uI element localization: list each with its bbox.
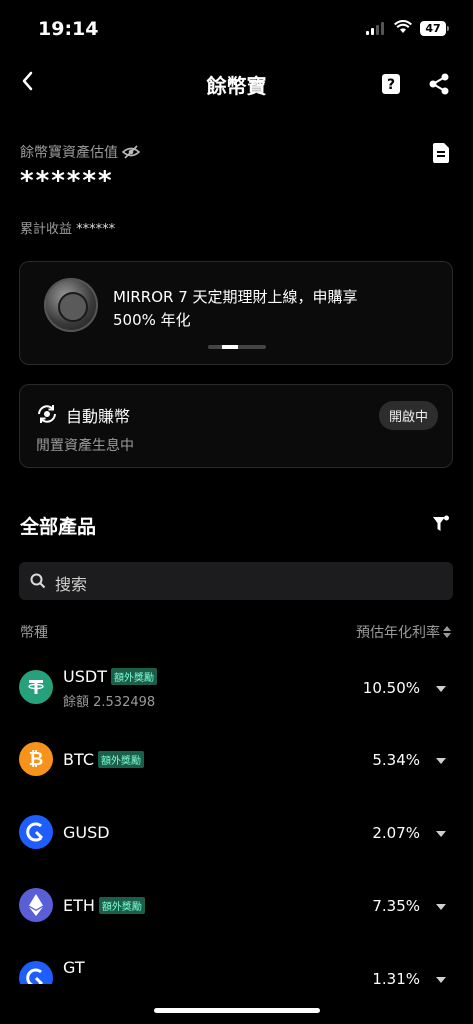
cellular-signal-icon	[366, 22, 384, 35]
bitcoin-icon: ₿	[19, 742, 53, 776]
help-button[interactable]: ?	[380, 72, 402, 100]
asset-label-row: 餘幣寶資產估值	[20, 142, 140, 162]
search-input[interactable]: 搜索	[19, 562, 453, 600]
filter-icon	[433, 515, 449, 531]
coin-symbol-row: BTC 額外獎勵	[63, 750, 144, 769]
coin-rate: 10.50%	[362, 679, 420, 697]
wifi-icon	[394, 20, 412, 33]
carousel-indicator	[208, 345, 266, 349]
promo-line-2: 500% 年化	[113, 311, 191, 329]
help-book-icon: ?	[382, 74, 400, 94]
auto-earn-icon	[38, 405, 56, 423]
cumulative-value: ******	[76, 222, 116, 237]
coin-row-eth[interactable]: ETH 額外獎勵 7.35%	[0, 871, 473, 941]
coin-rate: 7.35%	[372, 897, 420, 915]
bonus-badge: 額外獎勵	[110, 668, 157, 685]
coin-symbol-row: GT	[63, 958, 85, 977]
search-icon	[30, 573, 46, 589]
sort-icon	[443, 626, 451, 638]
asset-label: 餘幣寶資產估值	[20, 145, 118, 161]
coin-symbol: GT	[63, 958, 85, 977]
coin-symbol-row: GUSD	[63, 823, 110, 842]
chevron-down-icon[interactable]	[436, 977, 446, 983]
auto-earn-status[interactable]: 開啟中	[378, 401, 438, 430]
chevron-down-icon[interactable]	[436, 686, 446, 692]
coin-symbol: ETH	[63, 896, 95, 915]
auto-earn-title: 自動賺幣	[66, 407, 131, 426]
cumulative-earnings: 累計收益 ******	[20, 218, 115, 237]
column-rate-label: 預估年化利率	[356, 625, 440, 641]
coin-row-usdt[interactable]: USDT 額外獎勵 餘額 2.532498 10.50%	[0, 653, 473, 723]
share-button[interactable]	[428, 73, 450, 99]
bonus-badge: 額外獎勵	[98, 897, 145, 914]
coin-rate: 5.34%	[372, 751, 420, 769]
search-placeholder: 搜索	[55, 575, 88, 594]
home-indicator[interactable]	[154, 1008, 320, 1013]
coin-rate: 1.31%	[372, 970, 420, 984]
coin-symbol-row: USDT 額外獎勵	[63, 667, 157, 686]
svg-text:?: ?	[387, 77, 395, 93]
chevron-down-icon[interactable]	[436, 904, 446, 910]
auto-earn-subtitle: 閒置資產生息中	[36, 438, 134, 454]
coin-balance: 餘額 2.532498	[63, 695, 156, 710]
status-time: 19:14	[38, 18, 99, 40]
tether-icon	[19, 670, 53, 704]
coin-row-gt[interactable]: GT 1.31%	[0, 944, 473, 984]
page-title: 餘幣寶	[206, 74, 267, 98]
coin-symbol: BTC	[63, 750, 94, 769]
bonus-badge: 額外獎勵	[97, 751, 144, 768]
coin-row-gusd[interactable]: GUSD 2.07%	[0, 798, 473, 868]
promo-text: MIRROR 7 天定期理財上線，申購享 500% 年化	[113, 286, 358, 332]
column-coin: 幣種	[20, 625, 48, 641]
coin-symbol-row: ETH 額外獎勵	[63, 896, 145, 915]
coin-symbol: USDT	[63, 667, 107, 686]
coin-symbol: GUSD	[63, 823, 110, 842]
filter-button[interactable]	[432, 515, 450, 537]
ethereum-icon	[19, 888, 53, 922]
battery-icon: 47	[420, 21, 449, 36]
products-title: 全部產品	[20, 516, 97, 538]
record-button[interactable]	[431, 142, 451, 168]
asset-value: ******	[20, 166, 114, 196]
auto-earn-card[interactable]: 自動賺幣 開啟中 閒置資產生息中	[19, 384, 453, 468]
coin-row-btc[interactable]: ₿ BTC 額外獎勵 5.34%	[0, 725, 473, 795]
chevron-down-icon[interactable]	[436, 831, 446, 837]
promo-banner[interactable]: MIRROR 7 天定期理財上線，申購享 500% 年化	[19, 261, 453, 365]
column-rate[interactable]: 預估年化利率	[356, 622, 451, 642]
promo-line-1: MIRROR 7 天定期理財上線，申購享	[113, 288, 358, 306]
cumulative-label: 累計收益	[20, 222, 73, 237]
gt-icon	[19, 961, 53, 984]
chevron-down-icon[interactable]	[436, 758, 446, 764]
share-icon	[429, 73, 449, 95]
eye-hidden-icon[interactable]	[122, 145, 140, 159]
gusd-icon	[19, 815, 53, 849]
status-bar: 19:14 47	[0, 0, 473, 60]
coin-rate: 2.07%	[372, 824, 420, 842]
mirror-coin-icon	[44, 278, 98, 332]
document-icon	[433, 143, 449, 163]
